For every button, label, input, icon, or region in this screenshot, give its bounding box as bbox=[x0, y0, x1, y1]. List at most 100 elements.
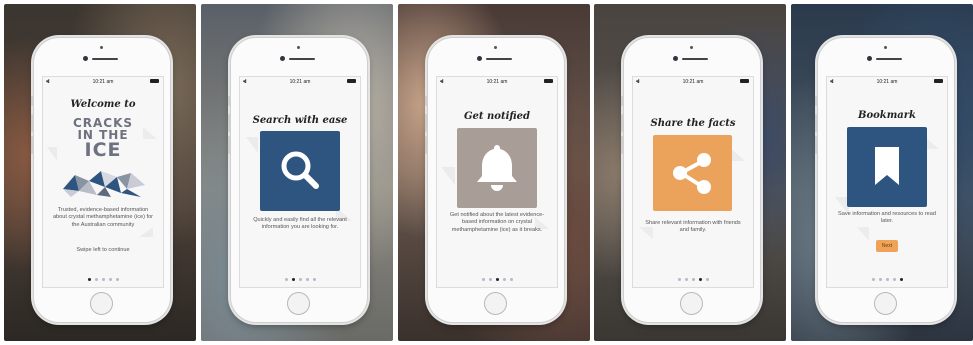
page-dot-1[interactable] bbox=[871, 278, 875, 281]
screen-title: Get notified bbox=[464, 111, 530, 122]
phone-screen: •ıl 10:21 am Welcome to CRACKS IN THE IC… bbox=[42, 76, 164, 288]
volume-up-button bbox=[425, 114, 427, 132]
sensor-dot bbox=[690, 46, 693, 49]
page-dot-3[interactable] bbox=[691, 278, 695, 281]
bookmark-icon bbox=[875, 147, 899, 185]
page-dot-2[interactable] bbox=[684, 278, 688, 281]
screen-description: Quickly and easily find all the relevant… bbox=[253, 217, 347, 231]
next-button[interactable]: Next bbox=[876, 240, 898, 252]
page-indicator bbox=[43, 278, 163, 281]
feature-card bbox=[260, 131, 340, 211]
page-dot-5[interactable] bbox=[899, 278, 903, 281]
page-dot-4[interactable] bbox=[698, 278, 702, 281]
home-button[interactable] bbox=[874, 292, 897, 315]
page-dot-4[interactable] bbox=[502, 278, 506, 281]
panel-search: •ıl 10:21 am Search with ease Quickly an… bbox=[201, 4, 393, 341]
phone-mockup: •ıl 10:21 am Bookmark Save information a… bbox=[815, 37, 955, 323]
page-dot-4[interactable] bbox=[108, 278, 112, 281]
mute-switch bbox=[425, 96, 427, 106]
sensor-dot bbox=[494, 46, 497, 49]
page-dot-2[interactable] bbox=[488, 278, 492, 281]
screen-description: Save information and resources to read l… bbox=[838, 211, 936, 225]
phone-mockup: •ıl 10:21 am Share the facts Share relev… bbox=[621, 37, 761, 323]
home-button[interactable] bbox=[680, 292, 703, 315]
phone-screen: •ıl 10:21 am Bookmark Save information a… bbox=[826, 76, 948, 288]
page-dot-1[interactable] bbox=[677, 278, 681, 281]
cracks-in-the-ice-logo: CRACKS IN THE ICE bbox=[43, 117, 163, 161]
page-dot-3[interactable] bbox=[885, 278, 889, 281]
onboarding-strip: •ıl 10:21 am Welcome to CRACKS IN THE IC… bbox=[0, 0, 973, 345]
front-camera bbox=[83, 56, 88, 61]
mute-switch bbox=[815, 96, 817, 106]
page-dot-4[interactable] bbox=[305, 278, 309, 281]
panel-welcome: •ıl 10:21 am Welcome to CRACKS IN THE IC… bbox=[4, 4, 196, 341]
panel-share: •ıl 10:21 am Share the facts Share relev… bbox=[594, 4, 786, 341]
page-dot-2[interactable] bbox=[94, 278, 98, 281]
page-indicator bbox=[240, 278, 360, 281]
page-dot-4[interactable] bbox=[892, 278, 896, 281]
page-dot-3[interactable] bbox=[298, 278, 302, 281]
front-camera bbox=[673, 56, 678, 61]
home-button[interactable] bbox=[287, 292, 310, 315]
mute-switch bbox=[31, 96, 33, 106]
page-dot-1[interactable] bbox=[87, 278, 91, 281]
home-button[interactable] bbox=[484, 292, 507, 315]
sensor-dot bbox=[884, 46, 887, 49]
search-icon bbox=[281, 151, 319, 189]
panel-bookmark: •ıl 10:21 am Bookmark Save information a… bbox=[791, 4, 973, 341]
phone-screen: •ıl 10:21 am Share the facts Share relev… bbox=[632, 76, 754, 288]
page-indicator bbox=[437, 278, 557, 281]
phone-mockup: •ıl 10:21 am Get notified Get notified a… bbox=[425, 37, 565, 323]
volume-down-button bbox=[31, 136, 33, 154]
phone-screen: •ıl 10:21 am Search with ease Quickly an… bbox=[239, 76, 361, 288]
page-dot-3[interactable] bbox=[495, 278, 499, 281]
page-dot-5[interactable] bbox=[509, 278, 513, 281]
earpiece-speaker bbox=[92, 58, 118, 60]
panel-notify: •ıl 10:21 am Get notified Get notified a… bbox=[398, 4, 590, 341]
screen-description: Share relevant information with friends … bbox=[645, 220, 741, 234]
page-dot-1[interactable] bbox=[284, 278, 288, 281]
screen-title: Share the facts bbox=[650, 118, 736, 129]
bell-icon bbox=[477, 145, 517, 191]
phone-screen: •ıl 10:21 am Get notified Get notified a… bbox=[436, 76, 558, 288]
feature-card bbox=[653, 135, 732, 211]
page-dot-3[interactable] bbox=[101, 278, 105, 281]
share-icon bbox=[673, 153, 711, 194]
feature-card bbox=[457, 128, 537, 208]
page-indicator bbox=[827, 278, 947, 281]
earpiece-speaker bbox=[289, 58, 315, 60]
front-camera bbox=[280, 56, 285, 61]
volume-down-button bbox=[425, 136, 427, 154]
swipe-hint: Swipe left to continue bbox=[76, 247, 130, 253]
sensor-dot bbox=[297, 46, 300, 49]
page-dot-2[interactable] bbox=[291, 278, 295, 281]
page-dot-2[interactable] bbox=[878, 278, 882, 281]
page-dot-1[interactable] bbox=[481, 278, 485, 281]
logo-line-3: ICE bbox=[84, 139, 122, 161]
screen-title: Search with ease bbox=[252, 115, 348, 126]
page-dot-5[interactable] bbox=[705, 278, 709, 281]
volume-up-button bbox=[31, 114, 33, 132]
earpiece-speaker bbox=[682, 58, 708, 60]
front-camera bbox=[867, 56, 872, 61]
sensor-dot bbox=[100, 46, 103, 49]
home-button[interactable] bbox=[90, 292, 113, 315]
page-dot-5[interactable] bbox=[115, 278, 119, 281]
volume-down-button bbox=[815, 136, 817, 154]
crystal-shards-graphic bbox=[63, 171, 145, 197]
screen-description: Trusted, evidence-based information abou… bbox=[52, 207, 154, 228]
screen-title: Welcome to bbox=[70, 99, 136, 110]
page-indicator bbox=[633, 278, 753, 281]
screen-title: Bookmark bbox=[858, 110, 916, 121]
volume-down-button bbox=[228, 136, 230, 154]
mute-switch bbox=[621, 96, 623, 106]
phone-mockup: •ıl 10:21 am Search with ease Quickly an… bbox=[228, 37, 368, 323]
page-dot-5[interactable] bbox=[312, 278, 316, 281]
earpiece-speaker bbox=[876, 58, 902, 60]
phone-mockup: •ıl 10:21 am Welcome to CRACKS IN THE IC… bbox=[31, 37, 171, 323]
screen-description: Get notified about the latest evidence-b… bbox=[449, 212, 545, 233]
feature-card bbox=[847, 127, 927, 207]
volume-down-button bbox=[621, 136, 623, 154]
earpiece-speaker bbox=[486, 58, 512, 60]
volume-up-button bbox=[621, 114, 623, 132]
